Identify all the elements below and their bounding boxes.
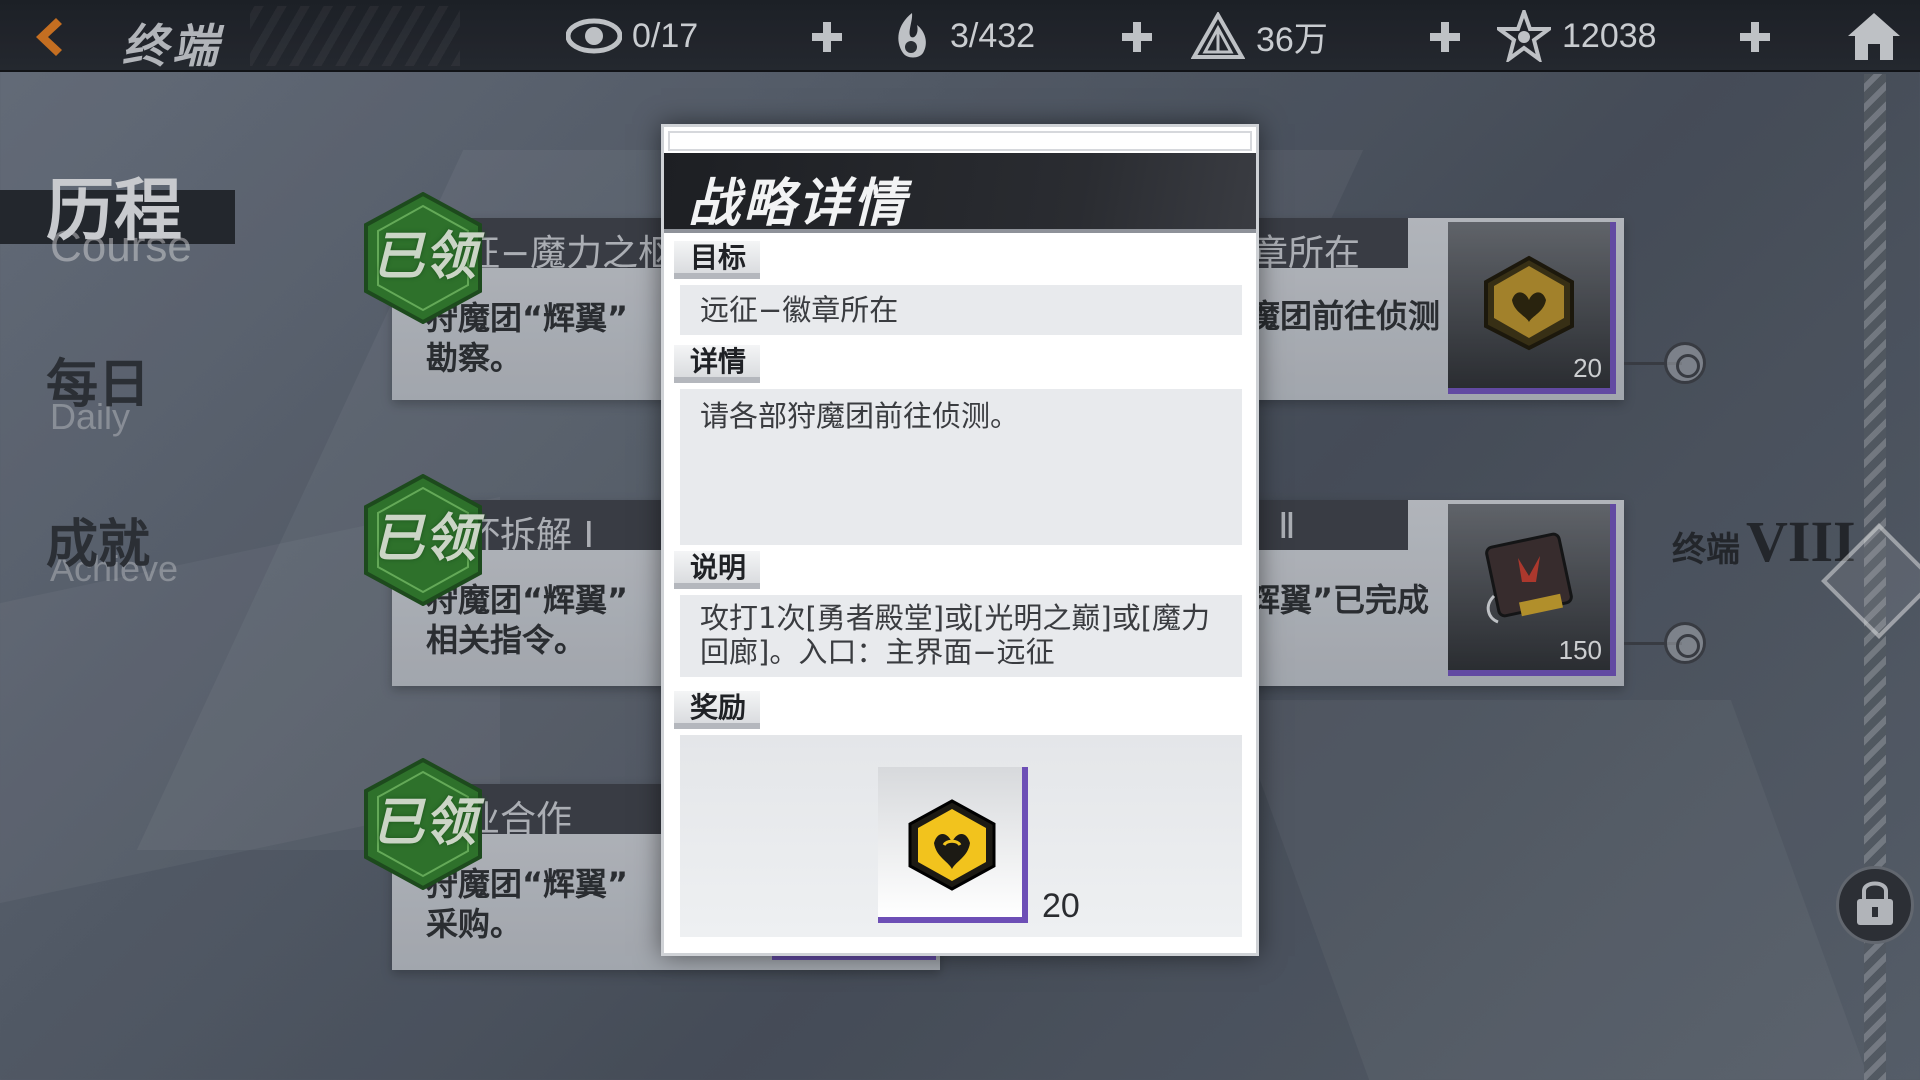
note-text: 攻打1次[勇者殿堂]或[光明之巅]或[魔力 回廊]。入口：主界面−远征: [700, 601, 1211, 669]
note-section-label: 说明: [674, 551, 761, 589]
detail-section-box: 请各部狩魔团前往侦测。: [680, 389, 1242, 545]
note-section-box: 攻打1次[勇者殿堂]或[光明之巅]或[魔力 回廊]。入口：主界面−远征: [680, 595, 1242, 677]
goal-text: 远征−徽章所在: [700, 293, 899, 327]
dialog-title: 战略详情: [688, 174, 909, 234]
detail-section-label: 详情: [674, 345, 761, 383]
reward-item-tile[interactable]: [878, 767, 1028, 923]
strategy-detail-dialog: 战略详情 目标 远征−徽章所在 详情 请各部狩魔团前往侦测。 说明 攻打1次[勇…: [661, 124, 1259, 956]
goal-section-label: 目标: [674, 241, 761, 279]
detail-text: 请各部狩魔团前往侦测。: [700, 399, 1020, 433]
dialog-header: 战略详情: [664, 153, 1256, 234]
goal-section-box: 远征−徽章所在: [680, 285, 1242, 335]
reward-section-label: 奖励: [674, 691, 761, 729]
reward-item-count: 20: [1042, 887, 1080, 925]
dialog-top-frame: [668, 131, 1252, 151]
badge-coin-icon: [908, 799, 996, 891]
